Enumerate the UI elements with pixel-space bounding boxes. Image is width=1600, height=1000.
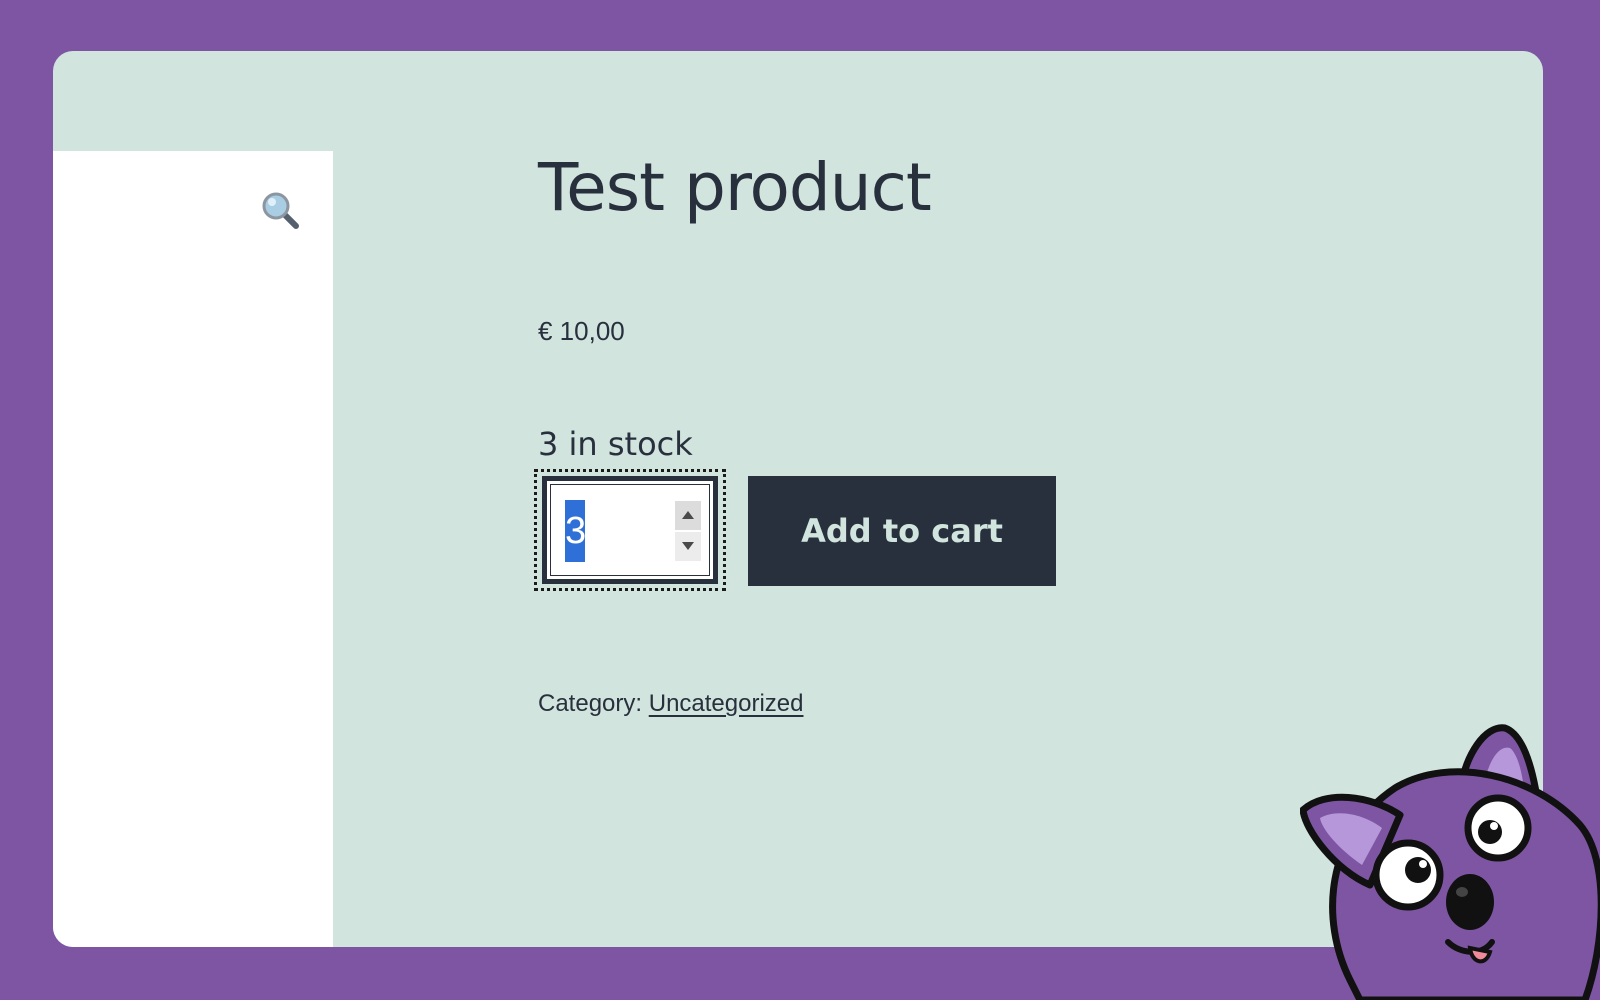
- category-label: Category:: [538, 690, 643, 717]
- quantity-decrement-button[interactable]: [675, 532, 701, 561]
- product-title: Test product: [538, 149, 932, 226]
- add-to-cart-button[interactable]: Add to cart: [748, 476, 1056, 586]
- magnifying-glass-icon[interactable]: [261, 191, 301, 231]
- quantity-input-value[interactable]: 3: [565, 500, 586, 562]
- quantity-stepper[interactable]: 3: [542, 476, 718, 584]
- product-meta: Category: Uncategorized: [538, 690, 804, 718]
- stock-status: 3 in stock: [538, 425, 693, 463]
- caret-down-icon: [682, 542, 694, 550]
- product-gallery: [53, 151, 333, 947]
- caret-up-icon: [682, 511, 694, 519]
- purple-cartoon-fox-mascot: [1300, 724, 1600, 1000]
- category-link[interactable]: Uncategorized: [649, 690, 804, 717]
- product-price: € 10,00: [538, 316, 625, 346]
- quantity-increment-button[interactable]: [675, 501, 701, 530]
